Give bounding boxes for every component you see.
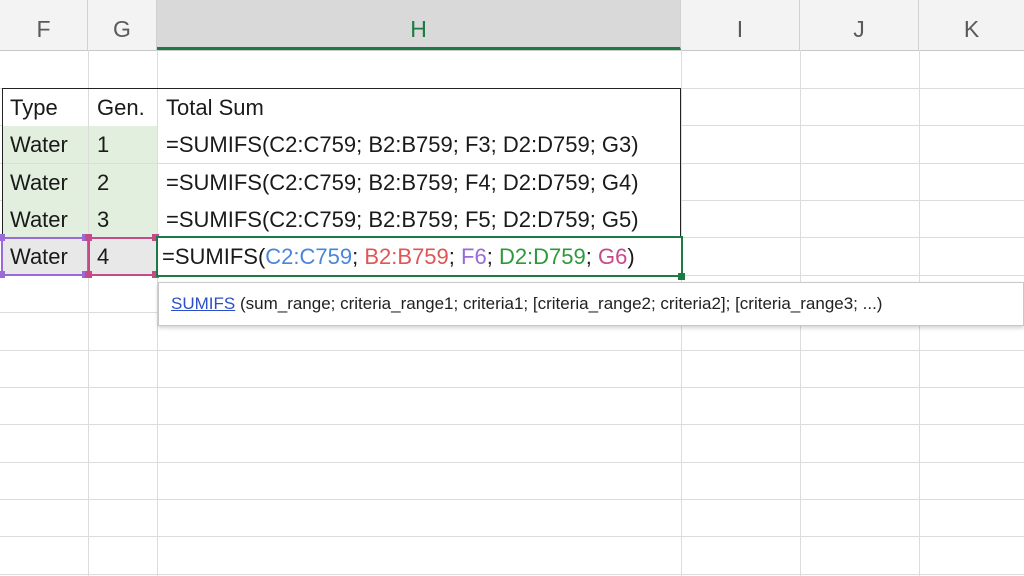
grid-line: [0, 424, 1024, 425]
formula-separator: ;: [352, 244, 365, 269]
cell-header-gen[interactable]: Gen.: [89, 89, 157, 126]
formula-ref-criteria-range1: B2:B759: [364, 244, 449, 269]
cell-header-total-sum[interactable]: Total Sum: [158, 89, 681, 126]
formula-prefix: =SUMIFS(: [162, 244, 266, 269]
fill-handle[interactable]: [678, 273, 685, 280]
resize-handle[interactable]: [85, 271, 92, 278]
reference-highlight-g6: [88, 237, 158, 276]
cell-total-sum[interactable]: =SUMIFS(C2:C759; B2:B759; F4; D2:D759; G…: [158, 164, 681, 201]
resize-handle[interactable]: [0, 271, 5, 278]
formula-ref-sum-range: C2:C759: [265, 244, 353, 269]
reference-highlight-f6: [1, 237, 89, 276]
cell-type[interactable]: Water: [2, 201, 88, 238]
column-header-i[interactable]: I: [681, 0, 800, 50]
cell-type[interactable]: Water: [2, 164, 88, 201]
cell-type[interactable]: Water: [2, 126, 88, 163]
function-tooltip: SUMIFS (sum_range; criteria_range1; crit…: [158, 282, 1024, 326]
grid-line: [0, 462, 1024, 463]
column-header-j[interactable]: J: [800, 0, 919, 50]
grid-line: [0, 536, 1024, 537]
formula-separator: ;: [486, 244, 499, 269]
cell-header-type[interactable]: Type: [2, 89, 88, 126]
column-header-h[interactable]: H: [157, 0, 681, 50]
formula-ref-criteria1: F6: [461, 244, 487, 269]
cell-total-sum[interactable]: =SUMIFS(C2:C759; B2:B759; F5; D2:D759; G…: [158, 201, 681, 238]
grid-line: [0, 574, 1024, 575]
cell-gen[interactable]: 1: [89, 126, 157, 163]
resize-handle[interactable]: [85, 234, 92, 241]
active-edit-cell[interactable]: =SUMIFS(C2:C759; B2:B759; F6; D2:D759; G…: [156, 236, 683, 277]
column-header-g[interactable]: G: [88, 0, 157, 50]
function-signature: (sum_range; criteria_range1; criteria1; …: [235, 294, 883, 313]
grid-line: [0, 387, 1024, 388]
resize-handle[interactable]: [0, 234, 5, 241]
grid-line: [0, 499, 1024, 500]
cell-total-sum[interactable]: =SUMIFS(C2:C759; B2:B759; F3; D2:D759; G…: [158, 126, 681, 163]
formula-separator: ;: [448, 244, 462, 269]
function-help-link[interactable]: SUMIFS: [171, 294, 235, 313]
cell-gen[interactable]: 2: [89, 164, 157, 201]
formula-text[interactable]: =SUMIFS(C2:C759; B2:B759; F6; D2:D759; G…: [160, 238, 680, 275]
column-header-k[interactable]: K: [919, 0, 1024, 50]
grid-line: [0, 350, 1024, 351]
formula-ref-criteria-range2: D2:D759: [498, 244, 586, 269]
formula-ref-criteria2: G6: [598, 244, 628, 269]
spreadsheet-grid: F G H I J K Type Gen. Total Sum Water 1 …: [0, 0, 1024, 576]
cell-gen[interactable]: 3: [89, 201, 157, 238]
formula-suffix: ): [627, 244, 635, 269]
column-header-f[interactable]: F: [0, 0, 88, 50]
column-header-bar: F G H I J K: [0, 0, 1024, 51]
formula-separator: ;: [585, 244, 599, 269]
